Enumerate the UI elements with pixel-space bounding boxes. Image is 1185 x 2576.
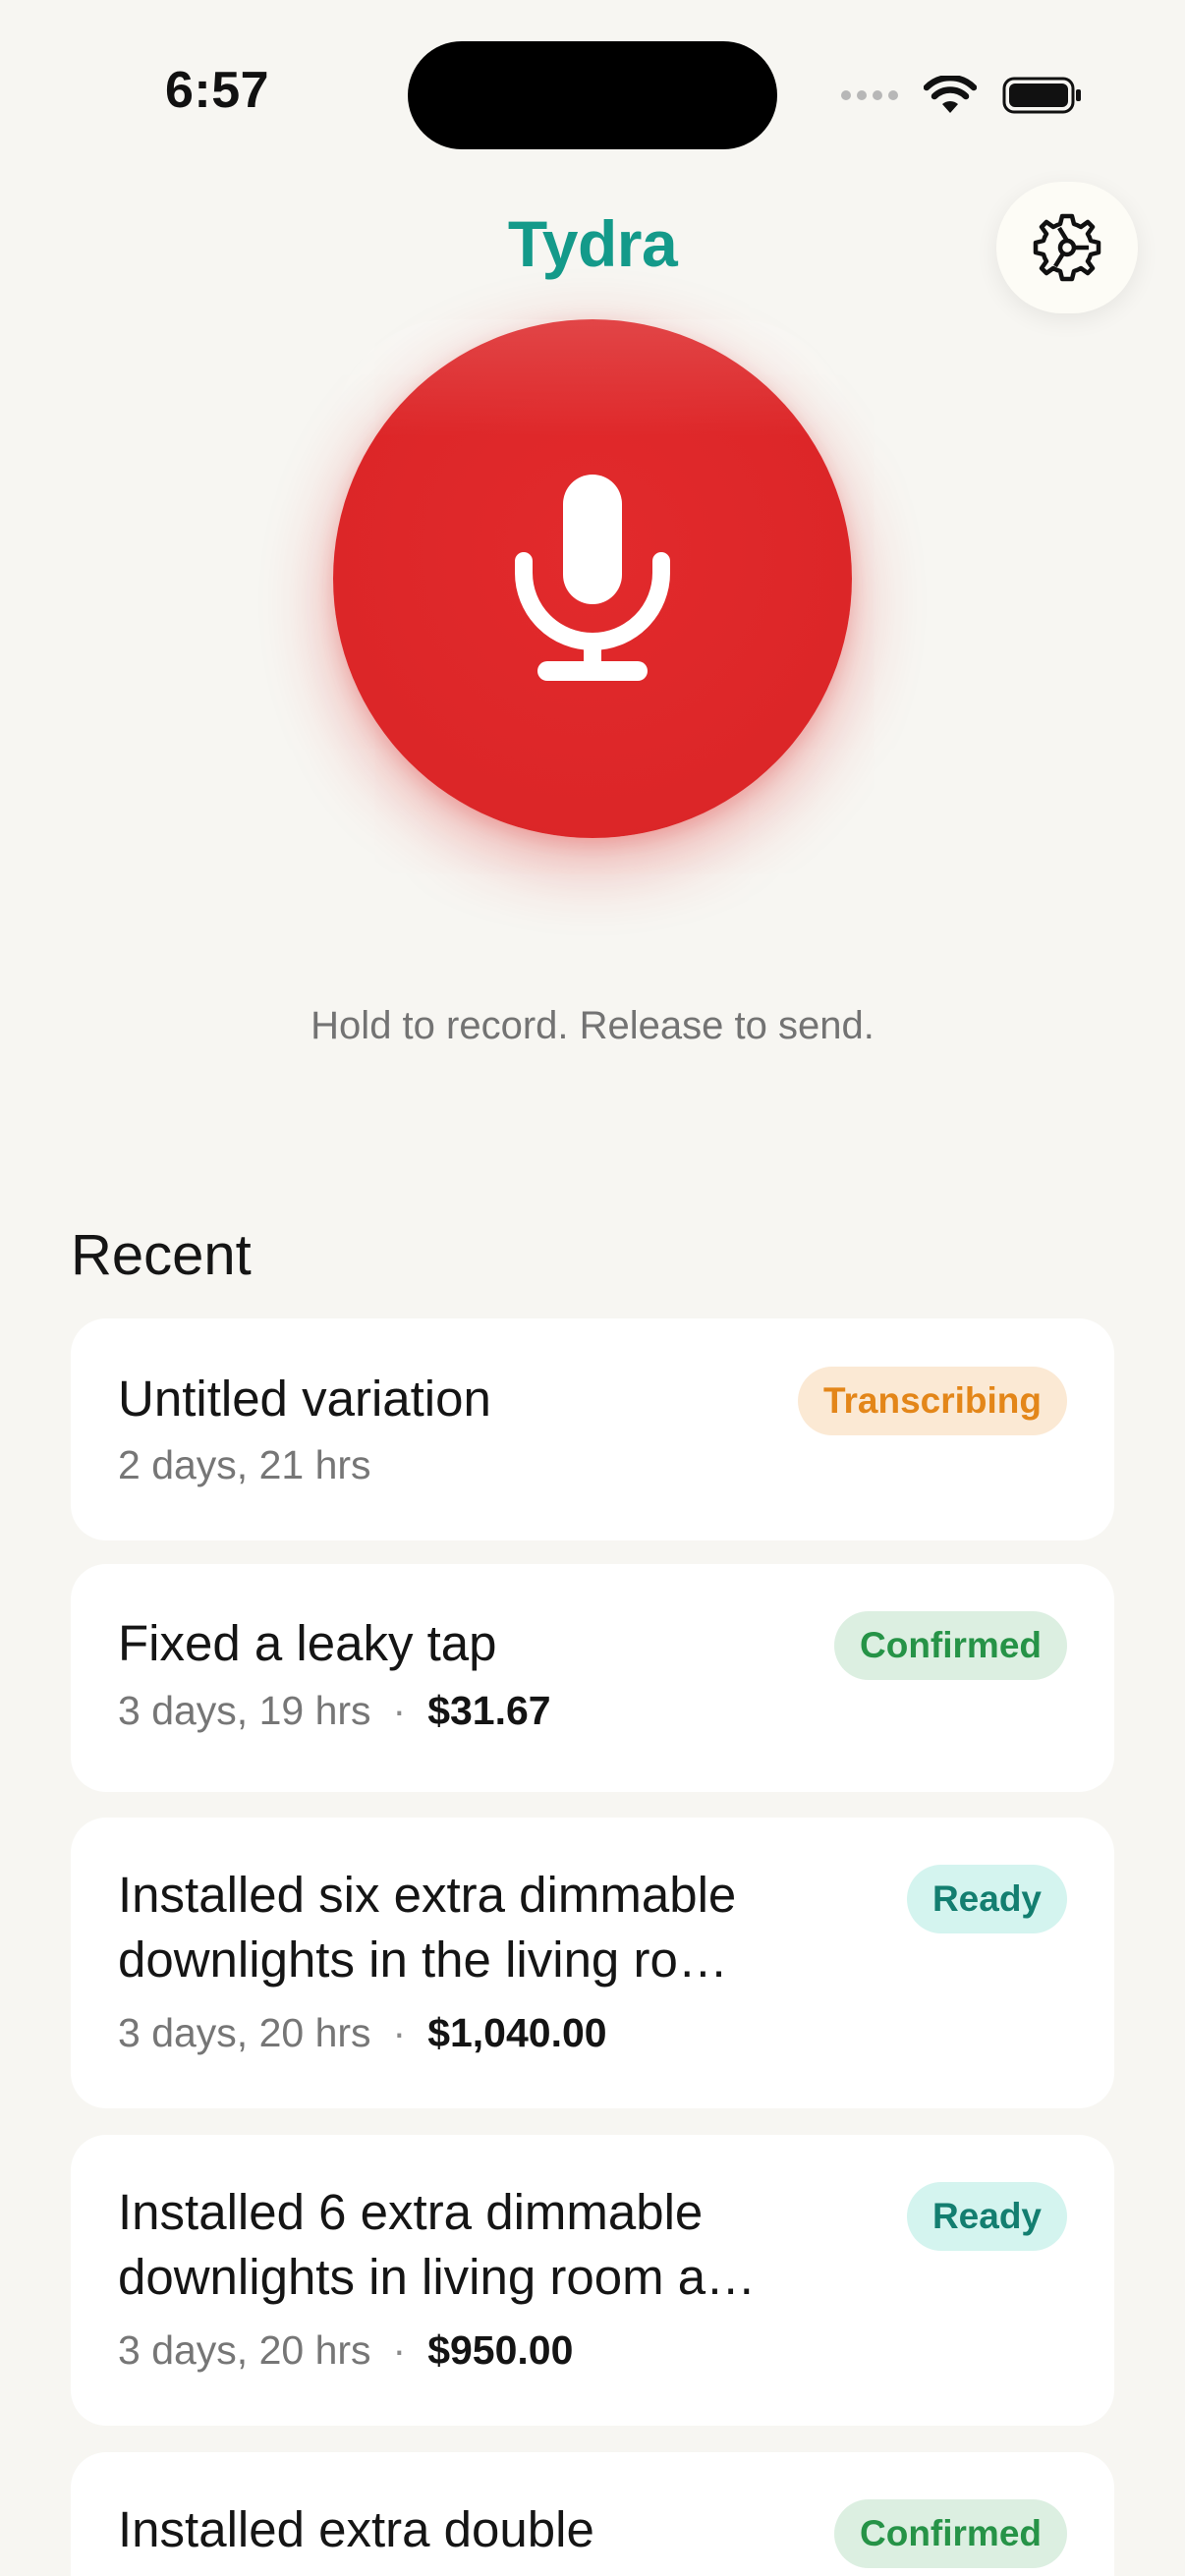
microphone-icon [515, 475, 670, 681]
recent-heading: Recent [71, 1223, 252, 1287]
dynamic-island [408, 41, 777, 149]
card-title: Installed extra double [118, 2497, 806, 2562]
card-title-line: Installed 6 extra dimmable [118, 2184, 704, 2240]
status-badge: Ready [906, 1865, 1067, 1933]
status-badge: Transcribing [797, 1367, 1067, 1435]
card-title-line: Installed extra double [118, 2501, 594, 2557]
cellular-signal-icon [841, 90, 898, 100]
meta-separator: · [392, 2327, 407, 2373]
card-meta: 3 days, 19 hrs · $31.67 [118, 1688, 551, 1734]
card-title: Fixed a leaky tap [118, 1611, 806, 1676]
wifi-icon [924, 76, 977, 113]
card-title-line: Fixed a leaky tap [118, 1615, 497, 1671]
card-meta: 2 days, 21 hrs [118, 1442, 371, 1488]
settings-button[interactable] [996, 182, 1138, 313]
recent-card[interactable]: Installed six extra dimmable downlights … [71, 1818, 1114, 2108]
status-badge: Confirmed [834, 1611, 1067, 1680]
card-amount: $1,040.00 [427, 2010, 607, 2055]
card-title: Installed 6 extra dimmable downlights in… [118, 2180, 806, 2310]
card-title: Untitled variation [118, 1367, 806, 1431]
card-title-line: downlights in the living ro… [118, 1932, 728, 1988]
card-time: 3 days, 20 hrs [118, 2327, 371, 2373]
card-time: 3 days, 19 hrs [118, 1688, 371, 1733]
recent-card[interactable]: Installed extra double Confirmed [71, 2452, 1114, 2576]
recent-card[interactable]: Fixed a leaky tap 3 days, 19 hrs · $31.67 … [71, 1564, 1114, 1792]
gear-icon [1033, 213, 1101, 282]
meta-separator: · [392, 2010, 407, 2055]
status-badge: Confirmed [834, 2499, 1067, 2568]
battery-icon [1002, 77, 1081, 114]
card-time: 3 days, 20 hrs [118, 2010, 371, 2055]
status-time: 6:57 [165, 62, 270, 119]
card-title-line: Installed six extra dimmable [118, 1867, 737, 1923]
record-button[interactable] [333, 319, 852, 838]
status-icons [841, 71, 1083, 120]
card-amount: $950.00 [427, 2327, 574, 2373]
card-meta: 3 days, 20 hrs · $1,040.00 [118, 2010, 607, 2056]
recent-card[interactable]: Installed 6 extra dimmable downlights in… [71, 2135, 1114, 2426]
card-title-line: downlights in living room a… [118, 2249, 757, 2305]
recent-card[interactable]: Untitled variation 2 days, 21 hrs Transc… [71, 1318, 1114, 1540]
meta-separator: · [392, 1688, 407, 1733]
status-badge: Ready [906, 2182, 1067, 2251]
card-meta: 3 days, 20 hrs · $950.00 [118, 2327, 573, 2374]
record-hint: Hold to record. Release to send. [310, 1004, 875, 1047]
card-time: 2 days, 21 hrs [118, 1442, 371, 1487]
status-bar: 6:57 [0, 0, 1185, 196]
card-amount: $31.67 [427, 1688, 551, 1733]
card-title-line: Untitled variation [118, 1371, 491, 1427]
card-title: Installed six extra dimmable downlights … [118, 1863, 806, 1992]
